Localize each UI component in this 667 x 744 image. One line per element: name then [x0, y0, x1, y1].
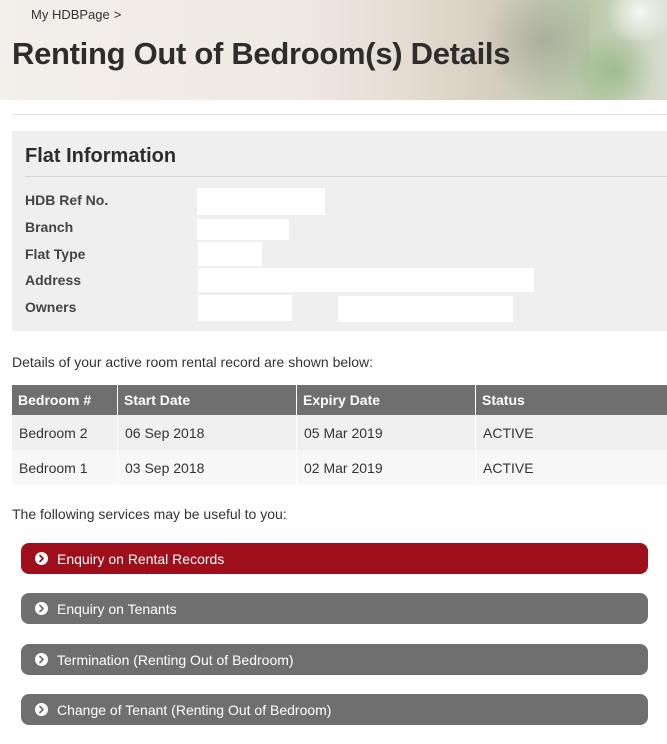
- cell-status: ACTIVE: [475, 415, 667, 450]
- services-intro-text: The following services may be useful to …: [12, 506, 287, 522]
- service-label: Enquiry on Rental Records: [57, 550, 225, 567]
- termination-button[interactable]: Termination (Renting Out of Bedroom): [21, 644, 648, 675]
- page-title: Renting Out of Bedroom(s) Details: [12, 36, 511, 71]
- service-label: Enquiry on Tenants: [57, 600, 177, 617]
- chevron-right-circle-icon: [35, 602, 48, 615]
- breadcrumb-separator: >: [113, 7, 122, 22]
- chevron-right-circle-icon: [35, 703, 48, 716]
- label-flat-type: Flat Type: [25, 246, 86, 262]
- table-row: Bedroom 1 03 Sep 2018 02 Mar 2019 ACTIVE: [12, 450, 667, 485]
- divider: [12, 114, 667, 115]
- redacted-address-value: [198, 268, 534, 292]
- cell-expiry-date: 05 Mar 2019: [296, 415, 476, 450]
- column-header-bedroom: Bedroom #: [12, 385, 118, 415]
- banner-image-decoration: [600, 0, 667, 40]
- chevron-right-circle-icon: [35, 552, 48, 565]
- cell-expiry-date: 02 Mar 2019: [296, 450, 476, 485]
- cell-start-date: 06 Sep 2018: [117, 415, 297, 450]
- heading-divider: [25, 176, 667, 177]
- chevron-right-circle-icon: [35, 653, 48, 666]
- hero-banner: My HDBPage > Renting Out of Bedroom(s) De…: [0, 0, 667, 100]
- redacted-owner-1-value: [198, 295, 292, 321]
- rental-records-table: Bedroom # Start Date Expiry Date Status …: [12, 385, 667, 485]
- redacted-flat-type-value: [198, 242, 262, 266]
- enquiry-on-rental-records-button[interactable]: Enquiry on Rental Records: [21, 543, 648, 574]
- redacted-branch-value: [197, 219, 289, 240]
- label-address: Address: [25, 272, 82, 288]
- label-branch: Branch: [25, 219, 74, 235]
- service-label: Change of Tenant (Renting Out of Bedroom…: [57, 701, 332, 718]
- breadcrumb: My HDBPage >: [31, 7, 121, 22]
- table-row: Bedroom 2 06 Sep 2018 05 Mar 2019 ACTIVE: [12, 415, 667, 450]
- cell-status: ACTIVE: [475, 450, 667, 485]
- column-header-start-date: Start Date: [117, 385, 297, 415]
- redacted-hdb-ref-no-value: [197, 188, 325, 215]
- banner-image-decoration: [560, 30, 667, 100]
- change-of-tenant-button[interactable]: Change of Tenant (Renting Out of Bedroom…: [21, 694, 648, 725]
- column-header-expiry-date: Expiry Date: [296, 385, 476, 415]
- label-hdb-ref-no: HDB Ref No.: [25, 192, 109, 208]
- enquiry-on-tenants-button[interactable]: Enquiry on Tenants: [21, 593, 648, 624]
- redacted-owner-2-value: [338, 296, 513, 322]
- flat-information-panel: Flat Information HDB Ref No. Branch Flat…: [12, 131, 667, 331]
- cell-bedroom: Bedroom 1: [12, 450, 118, 485]
- rental-intro-text: Details of your active room rental recor…: [12, 354, 374, 370]
- column-header-status: Status: [475, 385, 667, 415]
- flat-information-heading: Flat Information: [25, 145, 177, 167]
- cell-start-date: 03 Sep 2018: [117, 450, 297, 485]
- label-owners: Owners: [25, 299, 77, 315]
- table-header-row: Bedroom # Start Date Expiry Date Status: [12, 385, 667, 415]
- breadcrumb-link-my-hdbpage[interactable]: My HDBPage: [31, 7, 110, 22]
- service-label: Termination (Renting Out of Bedroom): [57, 651, 294, 668]
- cell-bedroom: Bedroom 2: [12, 415, 118, 450]
